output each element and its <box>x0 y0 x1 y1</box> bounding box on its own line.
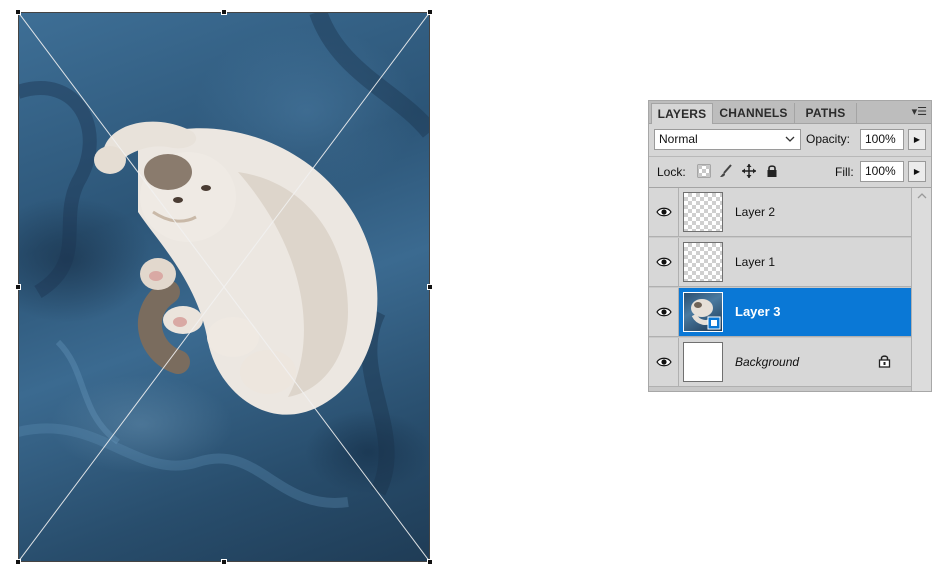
blend-row: Normal Opacity: 100% ▶ <box>649 124 931 157</box>
opacity-slider-button[interactable]: ▶ <box>908 129 926 150</box>
cat-thumbnail-icon <box>691 299 721 330</box>
lock-transparent-pixels-icon[interactable] <box>697 164 711 178</box>
layer-thumbnail <box>683 292 723 332</box>
opacity-label: Opacity: <box>806 132 851 146</box>
transform-handle-middle-right[interactable] <box>427 284 433 290</box>
eye-icon <box>656 257 672 267</box>
transform-handle-top-center[interactable] <box>221 9 227 15</box>
transform-handle-middle-left[interactable] <box>15 284 21 290</box>
fill-label: Fill: <box>835 165 854 179</box>
layers-panel: LAYERS CHANNELS PATHS ▾☰ Normal Opacity:… <box>648 100 932 392</box>
lock-all-icon[interactable] <box>765 164 779 178</box>
eye-icon <box>656 357 672 367</box>
layer-name: Background <box>735 355 800 369</box>
lock-icon <box>878 355 891 368</box>
layer-row[interactable]: Background <box>649 338 911 387</box>
lock-row: Lock: Fill: 100% ▶ <box>649 157 931 188</box>
chevron-down-icon <box>785 136 795 142</box>
transform-handle-bottom-left[interactable] <box>15 559 21 565</box>
layer-list-scrollbar[interactable] <box>911 188 931 391</box>
document-canvas[interactable] <box>15 9 433 565</box>
tab-layers[interactable]: LAYERS <box>651 103 713 124</box>
panel-menu-icon[interactable]: ▾☰ <box>912 104 927 120</box>
layer-thumbnail <box>683 192 723 232</box>
layer-name: Layer 1 <box>735 255 776 269</box>
panel-tab-bar: LAYERS CHANNELS PATHS ▾☰ <box>649 101 931 124</box>
layer-row[interactable]: Layer 2 <box>649 188 911 237</box>
transform-handle-bottom-center[interactable] <box>221 559 227 565</box>
transform-handle-top-right[interactable] <box>427 9 433 15</box>
eye-icon <box>656 207 672 217</box>
tab-channels[interactable]: CHANNELS <box>713 103 795 123</box>
lock-label: Lock: <box>657 165 686 179</box>
tab-paths[interactable]: PATHS <box>795 103 857 123</box>
transform-handle-top-left[interactable] <box>15 9 21 15</box>
layer-name: Layer 3 <box>735 304 781 319</box>
layer-name: Layer 2 <box>735 205 776 219</box>
transform-box[interactable] <box>18 12 430 562</box>
chevron-up-icon[interactable] <box>916 192 928 200</box>
lock-image-pixels-brush-icon[interactable] <box>719 164 733 178</box>
visibility-toggle[interactable] <box>649 238 679 286</box>
visibility-toggle[interactable] <box>649 338 679 386</box>
triangle-right-icon: ▶ <box>913 167 921 176</box>
visibility-toggle[interactable] <box>649 188 679 236</box>
blend-mode-value: Normal <box>659 132 698 146</box>
fill-input[interactable]: 100% <box>860 161 904 182</box>
triangle-right-icon: ▶ <box>913 135 921 144</box>
fill-slider-button[interactable]: ▶ <box>908 161 926 182</box>
layer-thumbnail <box>683 342 723 382</box>
visibility-toggle[interactable] <box>649 288 679 336</box>
eye-icon <box>656 307 672 317</box>
blend-mode-select[interactable]: Normal <box>654 129 801 150</box>
transform-handle-bottom-right[interactable] <box>427 559 433 565</box>
opacity-input[interactable]: 100% <box>860 129 904 150</box>
layer-list: Layer 2 Layer 1 Layer 3 Background <box>649 188 911 391</box>
layer-row-selected[interactable]: Layer 3 <box>649 288 911 337</box>
layer-thumbnail <box>683 242 723 282</box>
lock-position-move-icon[interactable] <box>742 164 756 178</box>
layer-row[interactable]: Layer 1 <box>649 238 911 287</box>
